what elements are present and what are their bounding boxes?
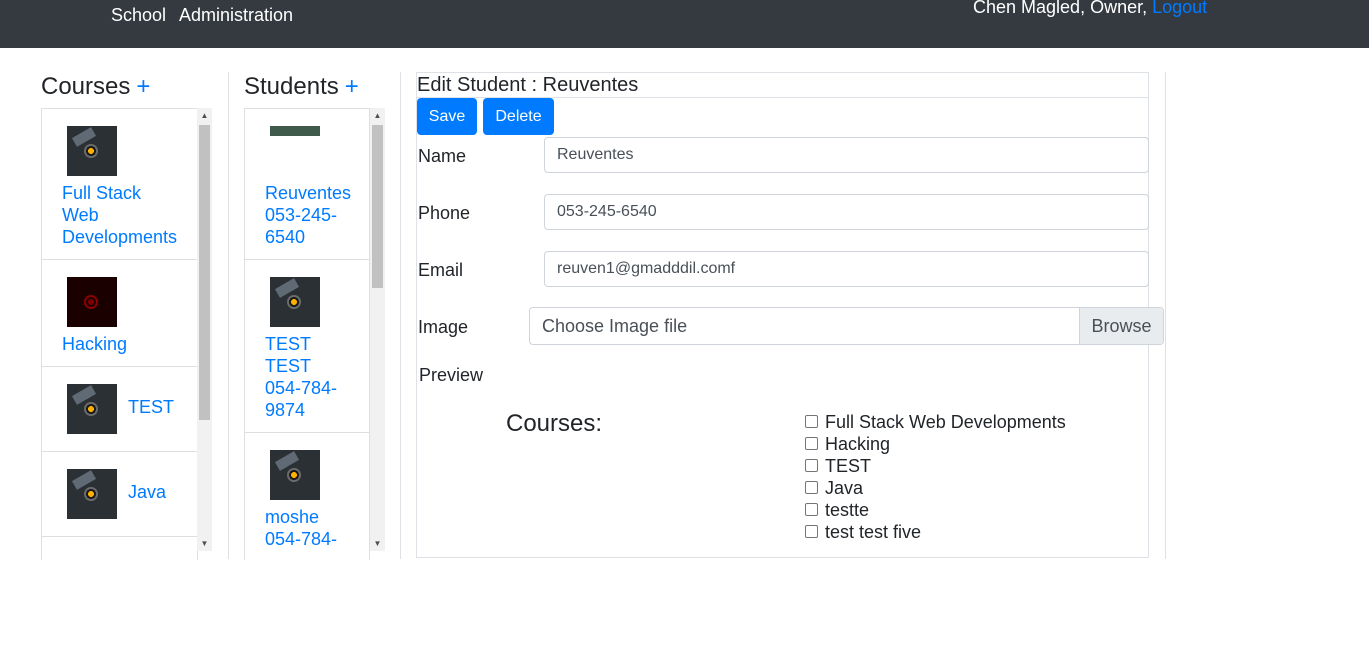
image-label: Image	[418, 317, 469, 337]
email-input[interactable]: reuven1@gmadddil.comf	[544, 251, 1149, 287]
student-link[interactable]: Reuventes	[265, 183, 351, 203]
list-item[interactable]: Java	[42, 452, 197, 537]
list-item[interactable]: Reuventes 053-245- 6540	[245, 109, 369, 260]
divider	[400, 72, 401, 559]
scroll-down-icon[interactable]: ▼	[197, 536, 212, 551]
course-link[interactable]: Hacking	[62, 334, 127, 354]
list-item[interactable]: TEST TEST 054-784- 9874	[245, 260, 369, 433]
delete-button[interactable]: Delete	[483, 98, 554, 135]
student-image	[270, 450, 320, 500]
students-scrollbar[interactable]: ▲ ▼	[370, 108, 385, 551]
scrollbar-thumb[interactable]	[372, 125, 383, 288]
course-image	[67, 277, 117, 327]
checkbox[interactable]	[805, 415, 818, 428]
checkbox[interactable]	[805, 437, 818, 450]
student-link[interactable]: moshe	[265, 507, 319, 527]
course-image	[67, 469, 117, 519]
scroll-up-icon[interactable]: ▲	[197, 108, 212, 123]
list-item[interactable]: Full Stack Web Developments	[42, 109, 197, 260]
phone-input[interactable]: 053-245-6540	[544, 194, 1149, 230]
email-label: Email	[418, 260, 464, 280]
save-button[interactable]: Save	[417, 98, 477, 135]
nav-administration-link[interactable]: Administration	[179, 5, 293, 26]
name-label: Name	[418, 146, 467, 166]
students-title: Students	[244, 73, 339, 100]
edit-title: Edit Student : Reuventes	[417, 74, 639, 96]
course-checkbox-label: testte	[825, 500, 870, 520]
logout-link[interactable]: Logout	[1152, 0, 1207, 17]
preview-label: Preview	[419, 365, 484, 385]
course-checkbox-label: test test five	[825, 522, 922, 542]
course-checkbox-label: Hacking	[825, 434, 891, 454]
student-link[interactable]: 054-784-	[265, 378, 337, 398]
name-input[interactable]: Reuventes	[544, 137, 1149, 173]
courses-checklist-title: Courses:	[506, 410, 603, 437]
courses-list: Full Stack Web Developments Hacking TEST…	[41, 108, 198, 560]
image-file-placeholder: Choose Image file	[542, 316, 688, 336]
course-checkbox-label: Java	[825, 478, 864, 498]
nav-school-link[interactable]: School	[111, 5, 166, 26]
course-link[interactable]: Developments	[62, 227, 177, 247]
course-link[interactable]: Web	[62, 205, 99, 225]
student-link[interactable]: 053-245-	[265, 205, 337, 225]
list-item[interactable]: TEST	[42, 367, 197, 452]
course-checkbox-label: Full Stack Web Developments	[825, 412, 1066, 432]
students-heading: Students +	[244, 73, 359, 101]
student-image	[270, 126, 320, 136]
browse-button[interactable]: Browse	[1079, 308, 1163, 344]
list-item[interactable]: Hacking	[42, 260, 197, 367]
course-checkbox-label: TEST	[825, 456, 872, 476]
scroll-up-icon[interactable]: ▲	[370, 108, 385, 123]
scroll-down-icon[interactable]: ▼	[370, 536, 385, 551]
top-navbar: School Administration Chen Magled, Owner…	[0, 0, 1369, 48]
course-link[interactable]: Full Stack	[62, 183, 141, 203]
student-link[interactable]: 6540	[265, 227, 305, 247]
add-student-button[interactable]: +	[345, 73, 359, 100]
user-info: Chen Magled, Owner, Logout	[973, 0, 1207, 18]
student-link[interactable]: 9874	[265, 400, 305, 420]
checkbox[interactable]	[805, 525, 818, 538]
checkbox[interactable]	[805, 481, 818, 494]
course-image	[67, 126, 117, 176]
student-image	[270, 277, 320, 327]
list-item[interactable]: moshe 054-784-	[245, 433, 369, 560]
user-name-role: Chen Magled, Owner,	[973, 0, 1148, 17]
divider	[228, 72, 229, 559]
course-image	[67, 384, 117, 434]
scrollbar-thumb[interactable]	[199, 125, 210, 420]
checkbox[interactable]	[805, 503, 818, 516]
phone-label: Phone	[418, 203, 471, 223]
students-list: Reuventes 053-245- 6540 TEST TEST 054-78…	[244, 108, 370, 560]
divider	[1165, 72, 1166, 559]
image-file-input[interactable]: Choose Image file Browse	[529, 307, 1164, 345]
courses-heading: Courses +	[41, 73, 150, 101]
course-link[interactable]: Java	[128, 482, 166, 502]
courses-scrollbar[interactable]: ▲ ▼	[197, 108, 212, 551]
add-course-button[interactable]: +	[136, 73, 150, 100]
course-link[interactable]: TEST	[128, 397, 174, 417]
courses-title: Courses	[41, 73, 131, 100]
student-link[interactable]: TEST	[265, 334, 311, 354]
checkbox[interactable]	[805, 459, 818, 472]
student-link[interactable]: TEST	[265, 356, 311, 376]
student-link[interactable]: 054-784-	[265, 529, 337, 549]
